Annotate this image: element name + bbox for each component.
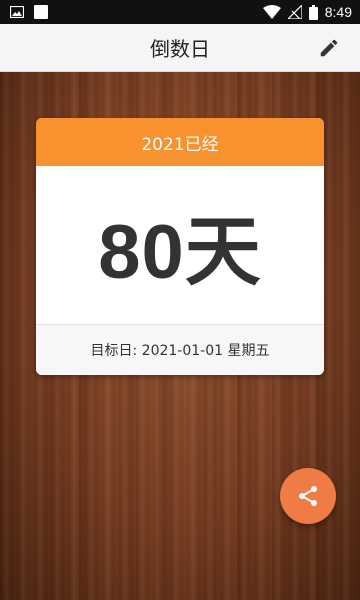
share-button[interactable] (280, 468, 336, 524)
status-bar: 8:49 (0, 0, 360, 24)
day-count: 80天 (98, 210, 262, 295)
pencil-icon (320, 39, 338, 57)
square-icon (34, 5, 48, 19)
signal-icon (287, 5, 302, 19)
share-icon (299, 486, 317, 506)
app-bar: 倒数日 (0, 24, 360, 72)
countdown-card[interactable]: 2021已经 80天 目标日: 2021-01-01 星期五 (36, 118, 324, 375)
image-icon (10, 6, 24, 18)
status-time: 8:49 (324, 4, 352, 20)
edit-button[interactable] (318, 37, 340, 59)
status-left (10, 5, 48, 19)
wifi-icon (262, 5, 281, 19)
card-header: 2021已经 (36, 118, 324, 166)
battery-icon (308, 4, 318, 20)
target-date: 目标日: 2021-01-01 星期五 (36, 325, 324, 375)
status-right: 8:49 (262, 4, 352, 20)
page-title: 倒数日 (150, 37, 210, 61)
card-body: 80天 (36, 166, 324, 325)
